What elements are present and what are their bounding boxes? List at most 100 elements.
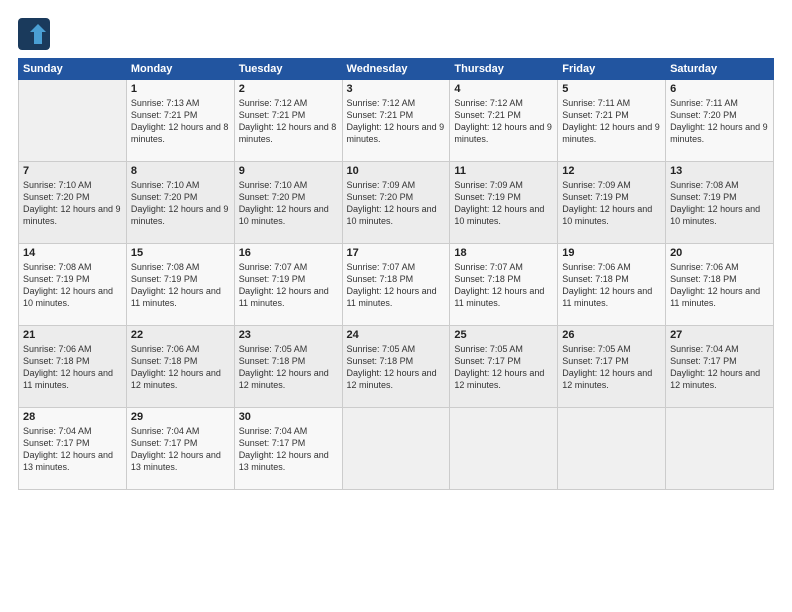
day-number: 12 bbox=[562, 165, 661, 177]
week-row-2: 7 Sunrise: 7:10 AM Sunset: 7:20 PM Daylig… bbox=[19, 162, 774, 244]
header-cell-friday: Friday bbox=[558, 59, 666, 80]
day-number: 5 bbox=[562, 83, 661, 95]
day-content: Sunrise: 7:04 AM Sunset: 7:17 PM Dayligh… bbox=[239, 425, 338, 474]
day-content: Sunrise: 7:06 AM Sunset: 7:18 PM Dayligh… bbox=[562, 261, 661, 310]
header-row: SundayMondayTuesdayWednesdayThursdayFrid… bbox=[19, 59, 774, 80]
day-cell: 15 Sunrise: 7:08 AM Sunset: 7:19 PM Dayli… bbox=[126, 244, 234, 326]
day-number: 23 bbox=[239, 329, 338, 341]
header-cell-tuesday: Tuesday bbox=[234, 59, 342, 80]
day-content: Sunrise: 7:04 AM Sunset: 7:17 PM Dayligh… bbox=[670, 343, 769, 392]
day-cell: 25 Sunrise: 7:05 AM Sunset: 7:17 PM Dayli… bbox=[450, 326, 558, 408]
day-cell: 12 Sunrise: 7:09 AM Sunset: 7:19 PM Dayli… bbox=[558, 162, 666, 244]
day-number: 20 bbox=[670, 247, 769, 259]
day-cell: 6 Sunrise: 7:11 AM Sunset: 7:20 PM Daylig… bbox=[666, 80, 774, 162]
day-number: 13 bbox=[670, 165, 769, 177]
day-content: Sunrise: 7:13 AM Sunset: 7:21 PM Dayligh… bbox=[131, 97, 230, 146]
day-content: Sunrise: 7:05 AM Sunset: 7:17 PM Dayligh… bbox=[454, 343, 553, 392]
day-content: Sunrise: 7:10 AM Sunset: 7:20 PM Dayligh… bbox=[239, 179, 338, 228]
page: SundayMondayTuesdayWednesdayThursdayFrid… bbox=[0, 0, 792, 612]
day-number: 17 bbox=[347, 247, 446, 259]
day-content: Sunrise: 7:12 AM Sunset: 7:21 PM Dayligh… bbox=[454, 97, 553, 146]
day-content: Sunrise: 7:04 AM Sunset: 7:17 PM Dayligh… bbox=[23, 425, 122, 474]
day-cell: 24 Sunrise: 7:05 AM Sunset: 7:18 PM Dayli… bbox=[342, 326, 450, 408]
day-cell: 28 Sunrise: 7:04 AM Sunset: 7:17 PM Dayli… bbox=[19, 408, 127, 490]
day-number: 24 bbox=[347, 329, 446, 341]
day-content: Sunrise: 7:08 AM Sunset: 7:19 PM Dayligh… bbox=[670, 179, 769, 228]
header bbox=[18, 18, 774, 50]
day-cell: 4 Sunrise: 7:12 AM Sunset: 7:21 PM Daylig… bbox=[450, 80, 558, 162]
day-content: Sunrise: 7:10 AM Sunset: 7:20 PM Dayligh… bbox=[23, 179, 122, 228]
day-cell: 9 Sunrise: 7:10 AM Sunset: 7:20 PM Daylig… bbox=[234, 162, 342, 244]
day-content: Sunrise: 7:05 AM Sunset: 7:18 PM Dayligh… bbox=[347, 343, 446, 392]
week-row-4: 21 Sunrise: 7:06 AM Sunset: 7:18 PM Dayli… bbox=[19, 326, 774, 408]
day-cell: 18 Sunrise: 7:07 AM Sunset: 7:18 PM Dayli… bbox=[450, 244, 558, 326]
day-cell bbox=[450, 408, 558, 490]
day-content: Sunrise: 7:07 AM Sunset: 7:19 PM Dayligh… bbox=[239, 261, 338, 310]
day-cell: 5Sunrise: 7:11 AM Sunset: 7:21 PM Daylig… bbox=[558, 80, 666, 162]
day-content: Sunrise: 7:05 AM Sunset: 7:17 PM Dayligh… bbox=[562, 343, 661, 392]
day-number: 30 bbox=[239, 411, 338, 423]
header-cell-sunday: Sunday bbox=[19, 59, 127, 80]
day-number: 15 bbox=[131, 247, 230, 259]
day-cell: 3 Sunrise: 7:12 AM Sunset: 7:21 PM Daylig… bbox=[342, 80, 450, 162]
day-number: 29 bbox=[131, 411, 230, 423]
day-cell: 11 Sunrise: 7:09 AM Sunset: 7:19 PM Dayli… bbox=[450, 162, 558, 244]
day-content: Sunrise: 7:04 AM Sunset: 7:17 PM Dayligh… bbox=[131, 425, 230, 474]
day-number: 25 bbox=[454, 329, 553, 341]
day-cell: 26 Sunrise: 7:05 AM Sunset: 7:17 PM Dayli… bbox=[558, 326, 666, 408]
calendar-table: SundayMondayTuesdayWednesdayThursdayFrid… bbox=[18, 58, 774, 490]
day-cell: 10 Sunrise: 7:09 AM Sunset: 7:20 PM Dayli… bbox=[342, 162, 450, 244]
day-cell: 23Sunrise: 7:05 AM Sunset: 7:18 PM Dayli… bbox=[234, 326, 342, 408]
day-number: 26 bbox=[562, 329, 661, 341]
logo-icon bbox=[18, 18, 50, 50]
day-number: 21 bbox=[23, 329, 122, 341]
day-content: Sunrise: 7:08 AM Sunset: 7:19 PM Dayligh… bbox=[131, 261, 230, 310]
day-cell: 1 Sunrise: 7:13 AM Sunset: 7:21 PM Daylig… bbox=[126, 80, 234, 162]
day-content: Sunrise: 7:08 AM Sunset: 7:19 PM Dayligh… bbox=[23, 261, 122, 310]
header-cell-monday: Monday bbox=[126, 59, 234, 80]
day-cell: 27 Sunrise: 7:04 AM Sunset: 7:17 PM Dayli… bbox=[666, 326, 774, 408]
day-cell: 16 Sunrise: 7:07 AM Sunset: 7:19 PM Dayli… bbox=[234, 244, 342, 326]
day-cell: 20 Sunrise: 7:06 AM Sunset: 7:18 PM Dayli… bbox=[666, 244, 774, 326]
day-cell bbox=[342, 408, 450, 490]
day-content: Sunrise: 7:12 AM Sunset: 7:21 PM Dayligh… bbox=[239, 97, 338, 146]
day-number: 6 bbox=[670, 83, 769, 95]
day-content: Sunrise: 7:12 AM Sunset: 7:21 PM Dayligh… bbox=[347, 97, 446, 146]
day-cell: 30 Sunrise: 7:04 AM Sunset: 7:17 PM Dayli… bbox=[234, 408, 342, 490]
day-cell: 8 Sunrise: 7:10 AM Sunset: 7:20 PM Daylig… bbox=[126, 162, 234, 244]
day-number: 3 bbox=[347, 83, 446, 95]
day-cell: 14 Sunrise: 7:08 AM Sunset: 7:19 PM Dayli… bbox=[19, 244, 127, 326]
day-number: 14 bbox=[23, 247, 122, 259]
day-number: 4 bbox=[454, 83, 553, 95]
week-row-1: 1 Sunrise: 7:13 AM Sunset: 7:21 PM Daylig… bbox=[19, 80, 774, 162]
day-cell bbox=[19, 80, 127, 162]
day-content: Sunrise: 7:09 AM Sunset: 7:20 PM Dayligh… bbox=[347, 179, 446, 228]
week-row-3: 14 Sunrise: 7:08 AM Sunset: 7:19 PM Dayli… bbox=[19, 244, 774, 326]
day-number: 11 bbox=[454, 165, 553, 177]
day-content: Sunrise: 7:09 AM Sunset: 7:19 PM Dayligh… bbox=[562, 179, 661, 228]
day-content: Sunrise: 7:11 AM Sunset: 7:20 PM Dayligh… bbox=[670, 97, 769, 146]
day-cell: 7 Sunrise: 7:10 AM Sunset: 7:20 PM Daylig… bbox=[19, 162, 127, 244]
logo bbox=[18, 18, 54, 50]
day-cell: 17Sunrise: 7:07 AM Sunset: 7:18 PM Dayli… bbox=[342, 244, 450, 326]
day-number: 10 bbox=[347, 165, 446, 177]
day-number: 16 bbox=[239, 247, 338, 259]
day-content: Sunrise: 7:06 AM Sunset: 7:18 PM Dayligh… bbox=[670, 261, 769, 310]
day-number: 18 bbox=[454, 247, 553, 259]
day-number: 28 bbox=[23, 411, 122, 423]
day-number: 8 bbox=[131, 165, 230, 177]
day-number: 1 bbox=[131, 83, 230, 95]
day-content: Sunrise: 7:06 AM Sunset: 7:18 PM Dayligh… bbox=[23, 343, 122, 392]
day-number: 22 bbox=[131, 329, 230, 341]
day-number: 9 bbox=[239, 165, 338, 177]
day-content: Sunrise: 7:06 AM Sunset: 7:18 PM Dayligh… bbox=[131, 343, 230, 392]
header-cell-wednesday: Wednesday bbox=[342, 59, 450, 80]
day-number: 7 bbox=[23, 165, 122, 177]
day-content: Sunrise: 7:10 AM Sunset: 7:20 PM Dayligh… bbox=[131, 179, 230, 228]
day-number: 27 bbox=[670, 329, 769, 341]
day-content: Sunrise: 7:09 AM Sunset: 7:19 PM Dayligh… bbox=[454, 179, 553, 228]
day-cell bbox=[558, 408, 666, 490]
day-content: Sunrise: 7:07 AM Sunset: 7:18 PM Dayligh… bbox=[454, 261, 553, 310]
day-cell: 22 Sunrise: 7:06 AM Sunset: 7:18 PM Dayli… bbox=[126, 326, 234, 408]
week-row-5: 28 Sunrise: 7:04 AM Sunset: 7:17 PM Dayli… bbox=[19, 408, 774, 490]
